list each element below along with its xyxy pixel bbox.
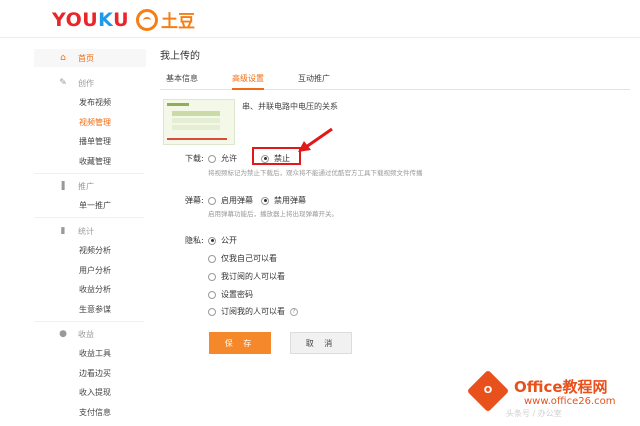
sidebar-item-video-manage[interactable]: 视频管理	[34, 113, 146, 131]
sidebar-item-label: 收益分析	[79, 284, 111, 294]
watermark-title: Office教程网	[514, 378, 608, 396]
radio-circle[interactable]	[208, 307, 216, 316]
radio-circle[interactable]	[261, 196, 269, 205]
sidebar-item-user-analysis[interactable]: 用户分析	[34, 261, 146, 279]
sidebar-item-income-tools[interactable]: 收益工具	[34, 344, 146, 362]
thumbnail-footer	[167, 138, 227, 140]
radio-circle[interactable]	[208, 236, 216, 245]
sidebar-item-playlist-manage[interactable]: 播单管理	[34, 132, 146, 150]
tab-interactive-promotion[interactable]: 互动推广	[298, 73, 330, 90]
privacy-my-subscriptions-radio[interactable]: 我订阅的人可以看	[208, 271, 285, 282]
download-hint: 将视频标记为禁止下载后，观众将不能通过优酷官方工具下载视频文件传播	[208, 169, 423, 177]
sidebar-group-label: 收益	[78, 329, 94, 339]
thumbnail-header	[167, 103, 189, 106]
sidebar-item-label: 首页	[78, 53, 94, 63]
tudou-mark-icon	[136, 8, 158, 31]
bar-chart-icon: ▮	[60, 226, 66, 236]
sidebar-divider	[34, 173, 144, 174]
coin-icon: ●	[59, 329, 67, 339]
sidebar-divider	[34, 217, 144, 218]
sidebar-item-label: 单一推广	[79, 200, 111, 210]
page-title: 我上传的	[160, 51, 200, 62]
sidebar-group-stats: ▮ 统计	[34, 222, 146, 240]
privacy-password-radio[interactable]: 设置密码	[208, 289, 253, 300]
sidebar-item-label: 用户分析	[79, 265, 111, 275]
radio-label: 禁用弹幕	[274, 196, 306, 205]
privacy-my-subscribers-radio[interactable]: 订阅我的人可以看 ?	[208, 306, 298, 317]
radio-label: 订阅我的人可以看	[221, 307, 285, 316]
privacy-label: 隐私:	[185, 236, 204, 245]
sidebar-group-create: ✎ 创作	[34, 74, 146, 92]
danmaku-hint: 启用弹幕功能后，播放器上将出现弹幕开关。	[208, 210, 338, 218]
thumbnail-table-row	[172, 125, 220, 130]
radio-circle[interactable]	[208, 272, 216, 281]
cancel-button[interactable]: 取 消	[290, 332, 352, 354]
tudou-logo-text: 土豆	[161, 12, 195, 32]
sidebar-item-publish-video[interactable]: 发布视频	[34, 93, 146, 111]
sidebar-item-label: 收入提现	[79, 387, 111, 397]
privacy-public-radio[interactable]: 公开	[208, 235, 237, 246]
tudou-logo[interactable]: 土豆	[136, 7, 195, 32]
sidebar-group-label: 统计	[78, 226, 94, 236]
youku-logo[interactable]: YOUKU	[52, 9, 129, 31]
video-title: 串、并联电路中电压的关系	[242, 102, 338, 111]
danmaku-label: 弹幕:	[185, 196, 204, 205]
sidebar-item-label: 收益工具	[79, 348, 111, 358]
download-allow-radio[interactable]: 允许	[208, 153, 237, 164]
radio-label: 公开	[221, 236, 237, 245]
sidebar-item-business-advisor[interactable]: 生意参谋	[34, 300, 146, 318]
sidebar-item-payment-info[interactable]: 支付信息	[34, 403, 146, 421]
danmaku-enable-radio[interactable]: 启用弹幕	[208, 195, 253, 206]
radio-label: 允许	[221, 154, 237, 163]
watermark-credit: 头条号 / 办公室	[506, 409, 562, 418]
sidebar-item-label: 支付信息	[79, 407, 111, 417]
sidebar-group-label: 创作	[78, 78, 94, 88]
radio-circle[interactable]	[208, 196, 216, 205]
tab-basic-info[interactable]: 基本信息	[166, 73, 198, 90]
sidebar-item-income-analysis[interactable]: 收益分析	[34, 280, 146, 298]
home-icon: ⌂	[60, 53, 66, 63]
help-icon[interactable]: ?	[290, 307, 298, 316]
megaphone-icon: ❚	[59, 181, 67, 191]
watermark-url: www.office26.com	[524, 396, 616, 407]
radio-label: 我订阅的人可以看	[221, 272, 285, 281]
radio-label: 设置密码	[221, 290, 253, 299]
annotation-arrow-icon	[298, 127, 333, 152]
tab-advanced-settings[interactable]: 高级设置	[232, 73, 264, 90]
annotation-highlight-box	[252, 147, 301, 165]
sidebar-item-favorites-manage[interactable]: 收藏管理	[34, 152, 146, 170]
sidebar-item-watch-and-buy[interactable]: 边看边买	[34, 364, 146, 382]
thumbnail-table-row	[172, 118, 220, 123]
sidebar-group-label: 推广	[78, 181, 94, 191]
sidebar-item-label: 边看边买	[79, 368, 111, 378]
sidebar-item-single-promote[interactable]: 单一推广	[34, 196, 146, 214]
top-header: YOUKU 土豆	[0, 0, 640, 38]
radio-circle[interactable]	[208, 154, 216, 163]
sidebar-item-withdraw[interactable]: 收入提现	[34, 383, 146, 401]
sidebar-item-label: 生意参谋	[79, 304, 111, 314]
radio-circle[interactable]	[208, 290, 216, 299]
privacy-only-me-radio[interactable]: 仅我自己可以看	[208, 253, 277, 264]
danmaku-disable-radio[interactable]: 禁用弹幕	[261, 195, 306, 206]
pencil-icon: ✎	[59, 78, 67, 88]
sidebar-item-label: 视频管理	[79, 117, 111, 127]
sidebar-group-income: ● 收益	[34, 325, 146, 343]
sidebar-item-label: 收藏管理	[79, 156, 111, 166]
office-logo-letter-icon: O	[483, 385, 493, 396]
radio-label: 仅我自己可以看	[221, 254, 277, 263]
radio-circle[interactable]	[208, 254, 216, 263]
sidebar-item-video-analysis[interactable]: 视频分析	[34, 241, 146, 259]
sidebar-group-promote: ❚ 推广	[34, 177, 146, 195]
sidebar-item-label: 发布视频	[79, 97, 111, 107]
save-button[interactable]: 保 存	[209, 332, 271, 354]
sidebar-divider	[34, 321, 144, 322]
thumbnail-table-row	[172, 111, 220, 116]
sidebar-item-home[interactable]: ⌂ 首页	[34, 49, 146, 67]
radio-label: 启用弹幕	[221, 196, 253, 205]
sidebar-item-label: 视频分析	[79, 245, 111, 255]
tab-bar: 基本信息 高级设置 互动推广	[160, 71, 630, 90]
video-thumbnail[interactable]	[163, 99, 235, 145]
sidebar-item-label: 播单管理	[79, 136, 111, 146]
download-label: 下载:	[185, 154, 204, 163]
